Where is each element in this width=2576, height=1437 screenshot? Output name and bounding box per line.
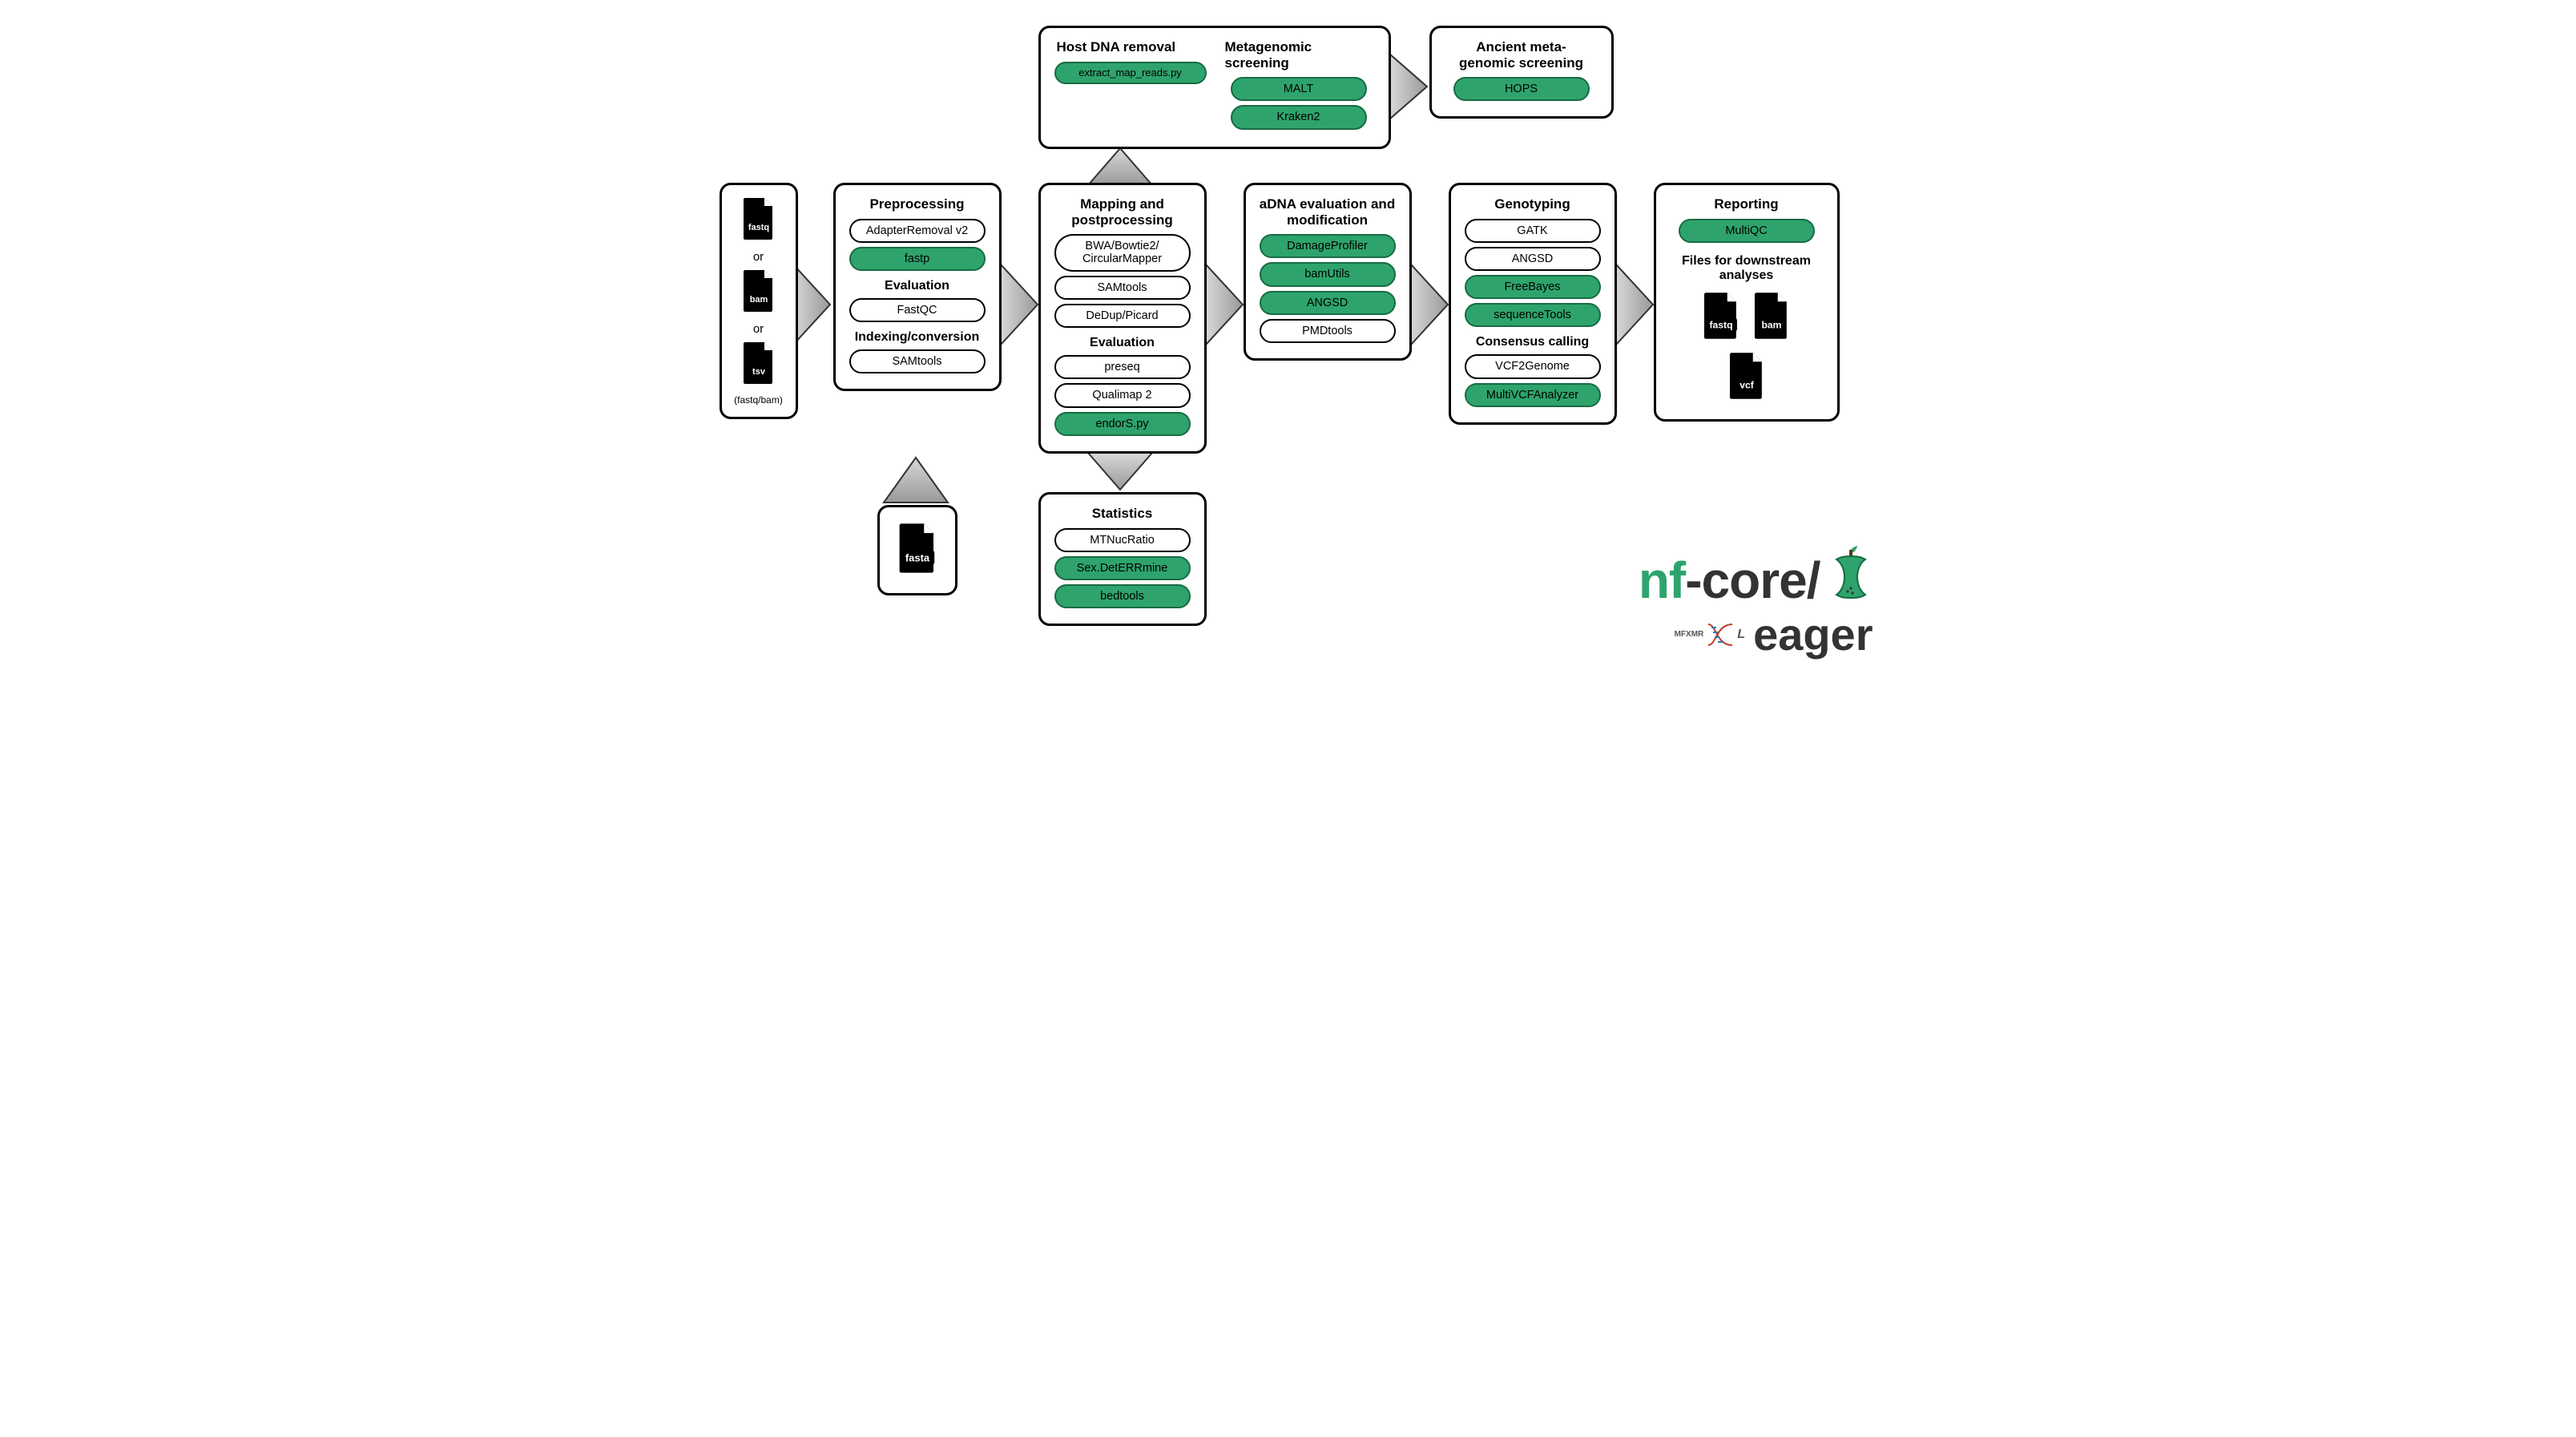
dna-icon: MFXMR L: [1675, 623, 1745, 647]
logo-core-slash: -core/: [1685, 551, 1820, 609]
reporting-title: Reporting: [1666, 196, 1828, 212]
dna-letter: L: [1737, 628, 1745, 642]
tool-kraken2: Kraken2: [1231, 105, 1367, 129]
output-file-icon-fastq: fastq: [1700, 291, 1742, 341]
statistics-panel: Statistics MTNucRatio Sex.DetERRmine bed…: [1038, 492, 1207, 626]
tool-damageprofiler: DamageProfiler: [1260, 234, 1396, 258]
tool-hops: HOPS: [1453, 77, 1590, 101]
tool-freebayes: FreeBayes: [1465, 275, 1601, 299]
downstream-files-title: Files for downstream analyses: [1666, 254, 1828, 283]
file-icon-tsv: tsv: [740, 341, 777, 385]
file-icon-bam: bam: [740, 268, 777, 313]
tool-vcf2genome: VCF2Genome: [1465, 354, 1601, 378]
tool-sexdeterrmine: Sex.DetERRmine: [1054, 556, 1191, 580]
mapping-title: Mapping and postprocessing: [1050, 196, 1195, 228]
tool-extract-map-reads: extract_map_reads.py: [1054, 62, 1207, 85]
genotyping-panel: Genotyping GATK ANGSD FreeBayes sequence…: [1449, 183, 1617, 425]
statistics-title: Statistics: [1050, 506, 1195, 522]
ancient-metagenomic-title: Ancient meta- genomic screening: [1441, 39, 1602, 71]
file-icon-fasta: fasta: [895, 522, 940, 575]
input-footnote: (fastq/bam): [728, 394, 789, 406]
svg-text:bam: bam: [1761, 319, 1781, 330]
host-metagenomic-panel: Host DNA removal extract_map_reads.py Me…: [1038, 26, 1391, 149]
tool-adapterremoval: AdapterRemoval v2: [849, 219, 986, 243]
svg-text:fasta: fasta: [905, 552, 929, 564]
ancient-metagenomic-panel: Ancient meta- genomic screening HOPS: [1429, 26, 1614, 119]
tool-pmdtools: PMDtools: [1260, 319, 1396, 343]
or-label-2: or: [728, 322, 789, 336]
tool-angsd-adna: ANGSD: [1260, 291, 1396, 315]
apple-core-icon: [1828, 545, 1873, 615]
output-file-icon-vcf: vcf: [1726, 351, 1768, 401]
logo-nf: nf: [1639, 551, 1685, 609]
tool-bwa-bowtie-circ: BWA/Bowtie2/ CircularMapper: [1054, 234, 1191, 271]
tool-fastp: fastp: [849, 247, 986, 271]
svg-text:fastq: fastq: [748, 223, 768, 232]
tool-samtools-index: SAMtools: [849, 349, 986, 373]
tool-preseq: preseq: [1054, 355, 1191, 379]
consensus-calling-title: Consensus calling: [1461, 335, 1605, 349]
tool-multivcfanalyzer: MultiVCFAnalyzer: [1465, 383, 1601, 407]
tool-fastqc: FastQC: [849, 298, 986, 322]
adna-panel: aDNA evaluation and modification DamageP…: [1244, 183, 1412, 361]
preprocessing-evaluation-title: Evaluation: [845, 279, 990, 293]
tool-samtools-map: SAMtools: [1054, 276, 1191, 300]
tool-sequencetools: sequenceTools: [1465, 303, 1601, 327]
output-file-icon-bam: bam: [1751, 291, 1792, 341]
reference-fasta-panel: fasta: [877, 505, 957, 595]
mapping-evaluation-title: Evaluation: [1050, 336, 1195, 350]
input-formats-panel: fastq or bam or tsv (fastq/bam): [720, 183, 798, 419]
tool-endors: endorS.py: [1054, 412, 1191, 436]
logo-eager: eager: [1753, 608, 1873, 660]
svg-text:tsv: tsv: [752, 367, 766, 377]
tool-bamutils: bamUtils: [1260, 262, 1396, 286]
tool-dedup-picard: DeDup/Picard: [1054, 304, 1191, 328]
nf-core-eager-logo: nf-core/ MFXMR L eager: [1489, 545, 1873, 660]
tool-multiqc: MultiQC: [1679, 219, 1815, 243]
or-label-1: or: [728, 250, 789, 264]
svg-text:fastq: fastq: [1710, 319, 1733, 330]
tool-angsd-geno: ANGSD: [1465, 247, 1601, 271]
tool-malt: MALT: [1231, 77, 1367, 101]
tool-gatk: GATK: [1465, 219, 1601, 243]
genotyping-title: Genotyping: [1461, 196, 1605, 212]
preprocessing-panel: Preprocessing AdapterRemoval v2 fastp Ev…: [833, 183, 1002, 391]
preprocessing-indexing-title: Indexing/conversion: [845, 330, 990, 345]
tool-qualimap: Qualimap 2: [1054, 383, 1191, 407]
mapping-panel: Mapping and postprocessing BWA/Bowtie2/ …: [1038, 183, 1207, 454]
preprocessing-title: Preprocessing: [845, 196, 990, 212]
tool-mtnucratio: MTNucRatio: [1054, 528, 1191, 552]
svg-text:vcf: vcf: [1740, 379, 1755, 390]
reporting-panel: Reporting MultiQC Files for downstream a…: [1654, 183, 1840, 422]
file-icon-fastq: fastq: [740, 196, 777, 241]
svg-text:bam: bam: [749, 295, 768, 305]
adna-title: aDNA evaluation and modification: [1256, 196, 1400, 228]
dna-text: MFXMR: [1675, 630, 1704, 639]
tool-bedtools: bedtools: [1054, 584, 1191, 608]
host-dna-removal-title: Host DNA removal: [1050, 39, 1211, 55]
metagenomic-screening-title: Metagenomic screening: [1219, 39, 1379, 71]
